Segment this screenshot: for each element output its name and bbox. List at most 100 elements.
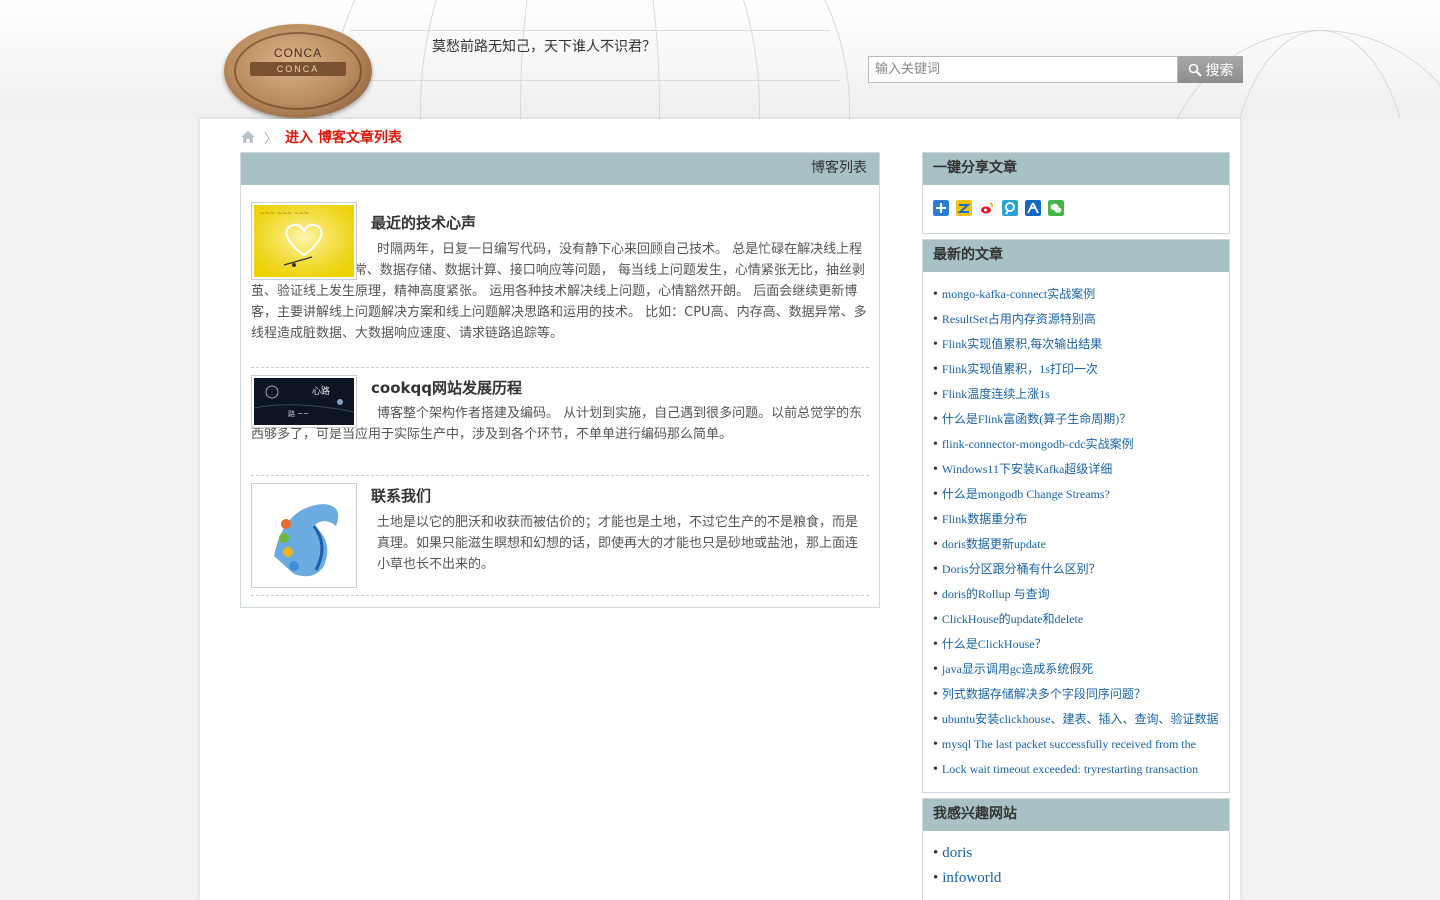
latest-article-item: • ResultSet占用内存资源特别高	[933, 307, 1229, 332]
bullet: •	[933, 537, 938, 552]
share-icons	[923, 185, 1229, 233]
latest-article-item-link[interactable]: Flink实现值累积，1s打印一次	[942, 362, 1098, 376]
bullet: •	[933, 687, 938, 702]
latest-article-item-link[interactable]: doris的Rollup 与查询	[942, 587, 1050, 601]
latest-article-item-link[interactable]: flink-connector-mongodb-cdc实战案例	[942, 437, 1134, 451]
post-thumbnail[interactable]	[251, 483, 357, 588]
latest-article-item-link[interactable]: 什么是Flink富函数(算子生命周期)？	[942, 412, 1131, 426]
breadcrumb-separator: 〉	[264, 131, 278, 147]
latest-article-item-link[interactable]: 什么是mongodb Change Streams?	[942, 487, 1110, 501]
latest-article-item-link[interactable]: doris数据更新update	[942, 537, 1046, 551]
tencent-weibo-icon[interactable]	[1002, 200, 1018, 216]
interesting-site-item-link[interactable]: infoworld	[942, 870, 1001, 886]
blog-list-header: 博客列表	[241, 153, 879, 185]
latest-article-item-link[interactable]: ubuntu安装clickhouse、建表、插入、查询、验证数据	[942, 712, 1219, 726]
latest-article-item: • Doris分区跟分桶有什么区别？	[933, 557, 1229, 582]
latest-article-item: • ubuntu安装clickhouse、建表、插入、查询、验证数据	[933, 707, 1229, 732]
latest-article-item-link[interactable]: java显示调用gc造成系统假死	[942, 662, 1093, 676]
post-item: ~~~ ~~~ ~~~ 最近的技术心声 时隔两年，日复一日编写代码，没有静下心来…	[251, 202, 869, 368]
interesting-sites-list: • doris • infoworld	[923, 831, 1229, 891]
latest-article-item: • Flink数据重分布	[933, 507, 1229, 532]
svg-text:~~~ ~~~ ~~~: ~~~ ~~~ ~~~	[260, 210, 309, 217]
globe-parallel	[350, 30, 830, 31]
post-item: 联系我们 土地是以它的肥沃和收获而被估价的；才能也是土地，不过它生产的不是粮食，…	[251, 483, 869, 596]
site-logo[interactable]: CONCA CONCA	[224, 24, 372, 118]
latest-article-item: • 什么是ClickHouse？	[933, 632, 1229, 657]
renren-icon[interactable]	[1025, 200, 1041, 216]
bullet: •	[933, 287, 938, 302]
bullet: •	[933, 437, 938, 452]
latest-article-item-link[interactable]: Flink温度连续上涨1s	[942, 387, 1050, 401]
latest-article-item: • 列式数据存储解决多个字段同序问题？	[933, 682, 1229, 707]
latest-article-item: • doris数据更新update	[933, 532, 1229, 557]
post-title[interactable]: cookqq网站发展历程	[371, 377, 522, 398]
page-container: 〉 进入 博客文章列表 博客列表 ~~~ ~~~ ~~~ 最近的技术心声 时隔两…	[200, 119, 1240, 900]
latest-article-item: • Lock wait timeout exceeded: tryrestarti…	[933, 757, 1229, 782]
bullet: •	[933, 462, 938, 477]
bullet: •	[933, 512, 938, 527]
latest-article-item-link[interactable]: mongo-kafka-connect实战案例	[942, 287, 1095, 301]
globe-meridian	[520, 0, 660, 119]
blog-list-panel: 博客列表 ~~~ ~~~ ~~~ 最近的技术心声 时隔两年，日复一日编写代码，没…	[240, 152, 880, 608]
interesting-site-item: • doris	[933, 841, 1229, 866]
search-button-label: 搜索	[1205, 62, 1234, 79]
latest-article-item-link[interactable]: Lock wait timeout exceeded: tryrestartin…	[942, 762, 1198, 776]
latest-article-item: • Flink温度连续上涨1s	[933, 382, 1229, 407]
wechat-icon[interactable]	[1048, 200, 1064, 216]
bullet: •	[933, 762, 938, 777]
latest-articles-list: • mongo-kafka-connect实战案例 • ResultSet占用内存资源…	[923, 272, 1229, 782]
bullet: •	[933, 562, 938, 577]
bullet: •	[933, 845, 939, 861]
latest-article-item-link[interactable]: Flink数据重分布	[942, 512, 1027, 526]
bullet: •	[933, 637, 938, 652]
post-thumbnail[interactable]: 心路 路 ~~	[251, 375, 357, 428]
bullet: •	[933, 870, 939, 886]
latest-article-item-link[interactable]: Windows11下安装Kafka超级详细	[942, 462, 1112, 476]
road-image: 心路 路 ~~	[253, 378, 355, 425]
latest-article-item-link[interactable]: ResultSet占用内存资源特别高	[942, 312, 1096, 326]
breadcrumb: 〉 进入 博客文章列表	[240, 127, 402, 147]
logo-ribbon-text: CONCA	[276, 64, 320, 74]
search-button[interactable]: 搜索	[1178, 56, 1243, 83]
globe-parallel	[340, 80, 840, 81]
bullet: •	[933, 387, 938, 402]
bullet: •	[933, 312, 938, 327]
svg-text:路 ~~: 路 ~~	[288, 409, 309, 418]
latest-article-item-link[interactable]: ClickHouse的update和delete	[942, 612, 1083, 626]
latest-article-item: • mysql The last packet successfully rece…	[933, 732, 1229, 757]
latest-article-item-link[interactable]: Flink实现值累积,每次输出结果	[942, 337, 1102, 351]
svg-text:心路: 心路	[312, 385, 330, 397]
latest-article-item: • java显示调用gc造成系统假死	[933, 657, 1229, 682]
post-summary-text: 土地是以它的肥沃和收获而被估价的；才能也是土地，不过它生产的不是粮食，而是真理。…	[377, 515, 859, 572]
interesting-sites-panel: 我感兴趣网站 • doris • infoworld	[922, 798, 1230, 900]
latest-article-item: • 什么是Flink富函数(算子生命周期)？	[933, 407, 1229, 432]
interesting-site-item-link[interactable]: doris	[942, 845, 972, 861]
latest-article-item: • doris的Rollup 与查询	[933, 582, 1229, 607]
latest-article-item-link[interactable]: 什么是ClickHouse？	[942, 637, 1047, 651]
breadcrumb-current[interactable]: 进入 博客文章列表	[285, 127, 402, 147]
latest-articles-title: 最新的文章	[923, 240, 1229, 272]
latest-article-item: • 什么是mongodb Change Streams?	[933, 482, 1229, 507]
logo-text: CONCA	[273, 46, 323, 60]
interesting-sites-title: 我感兴趣网站	[923, 799, 1229, 831]
qzone-icon[interactable]	[956, 200, 972, 216]
post-title[interactable]: 最近的技术心声	[371, 212, 476, 233]
bullet: •	[933, 612, 938, 627]
share-panel-title: 一键分享文章	[923, 153, 1229, 185]
search-icon	[1188, 63, 1202, 77]
weibo-icon[interactable]	[979, 200, 995, 216]
search-input[interactable]	[868, 56, 1178, 83]
latest-article-item-link[interactable]: 列式数据存储解决多个字段同序问题？	[942, 687, 1146, 701]
latest-article-item-link[interactable]: Doris分区跟分桶有什么区别？	[942, 562, 1101, 576]
bullet: •	[933, 662, 938, 677]
bullet: •	[933, 362, 938, 377]
post-title[interactable]: 联系我们	[371, 485, 431, 506]
latest-article-item-link[interactable]: mysql The last packet successfully recei…	[942, 737, 1196, 751]
share-panel: 一键分享文章	[922, 152, 1230, 234]
interesting-site-item: • infoworld	[933, 866, 1229, 891]
post-thumbnail[interactable]: ~~~ ~~~ ~~~	[251, 202, 357, 280]
home-icon[interactable]	[240, 130, 256, 144]
latest-articles-panel: 最新的文章 • mongo-kafka-connect实战案例 • ResultSet…	[922, 239, 1230, 793]
more-icon[interactable]	[933, 200, 949, 216]
site-slogan: 莫愁前路无知己，天下谁人不识君？	[432, 39, 656, 55]
